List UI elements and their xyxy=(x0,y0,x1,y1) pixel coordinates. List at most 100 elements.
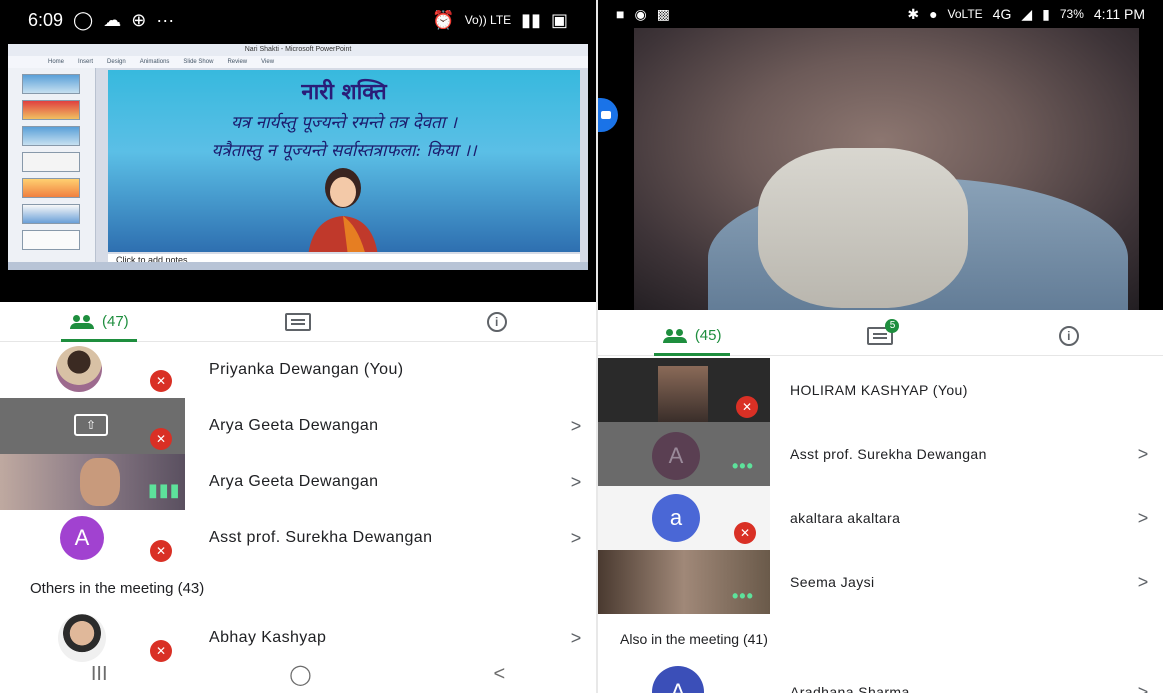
ribbon-home: Home xyxy=(48,59,65,65)
participant-tile: ✕ xyxy=(0,342,185,398)
participant-name: Seema Jaysi xyxy=(790,574,875,590)
participant-name: Asst prof. Surekha Dewangan xyxy=(209,529,433,546)
mic-muted-icon: ✕ xyxy=(150,428,172,450)
carrier-label: Vo)) LTE xyxy=(464,13,512,27)
woman-illustration xyxy=(308,168,378,252)
avatar: A xyxy=(652,666,704,693)
chevron-right-icon[interactable]: > xyxy=(556,528,596,549)
chevron-right-icon[interactable]: > xyxy=(1123,444,1163,465)
people-icon xyxy=(69,314,96,329)
slide-title: नारी शक्ति xyxy=(301,79,387,105)
participant-row[interactable]: ✕ Priyanka Dewangan (You) xyxy=(0,342,596,398)
chevron-right-icon[interactable]: > xyxy=(556,416,596,437)
participant-row[interactable]: ⇧ ✕ Arya Geeta Dewangan > xyxy=(0,398,596,454)
participant-list: ✕ Priyanka Dewangan (You) ⇧ ✕ Arya Geeta… xyxy=(0,342,596,666)
participant-name: Priyanka Dewangan (You) xyxy=(209,361,404,378)
chevron-right-icon[interactable]: > xyxy=(556,628,596,649)
speaking-indicator-icon: ▮▮▮ xyxy=(148,480,181,500)
mic-muted-icon: ✕ xyxy=(734,522,756,544)
participant-list: ✕ HOLIRAM KASHYAP (You) A ••• Asst prof.… xyxy=(598,358,1163,693)
chevron-right-icon[interactable]: > xyxy=(1123,508,1163,529)
info-icon: i xyxy=(486,311,507,332)
people-icon xyxy=(662,328,689,343)
participant-row[interactable]: a ✕ akaltara akaltara > xyxy=(598,486,1163,550)
tab-info[interactable]: i xyxy=(975,316,1163,355)
meeting-tabs: (45) 5 i xyxy=(598,316,1163,356)
tab-people[interactable]: (45) xyxy=(598,316,786,355)
battery-icon: ▮ xyxy=(1042,5,1050,22)
avatar: a xyxy=(652,494,700,542)
section-header: Also in the meeting (41) xyxy=(620,631,768,647)
slide-thumb xyxy=(22,74,80,94)
chevron-right-icon[interactable]: > xyxy=(1123,682,1163,693)
participant-row[interactable]: A Aradhana Sharma > xyxy=(598,660,1163,693)
participant-name: Arya Geeta Dewangan xyxy=(209,417,379,434)
signal-icon: ▮▮ xyxy=(521,9,541,30)
slide-thumb xyxy=(22,152,80,172)
participant-name: Abhay Kashyap xyxy=(209,629,327,646)
info-icon: i xyxy=(1058,325,1079,346)
alarm-icon: ⏰ xyxy=(432,9,455,30)
slide-thumb xyxy=(22,126,80,146)
avatar: A xyxy=(652,432,700,480)
avatar xyxy=(56,346,102,392)
participant-row[interactable]: ••• Seema Jaysi > xyxy=(598,550,1163,614)
participant-name: Asst prof. Surekha Dewangan xyxy=(790,446,987,462)
ribbon-insert: Insert xyxy=(78,59,94,65)
speaking-indicator-icon: ••• xyxy=(732,586,754,606)
back-button[interactable]: < xyxy=(493,663,505,686)
avatar xyxy=(58,614,106,662)
participant-tile: ⇧ ✕ xyxy=(0,398,185,454)
participant-row[interactable]: ▮▮▮ Arya Geeta Dewangan > xyxy=(0,454,596,510)
participant-row[interactable]: A ••• Asst prof. Surekha Dewangan > xyxy=(598,422,1163,486)
tab-info[interactable]: i xyxy=(397,302,596,341)
mic-muted-icon: ✕ xyxy=(150,540,172,562)
window-title: Nari Shakti - Microsoft PowerPoint xyxy=(8,44,588,56)
recents-button[interactable]: III xyxy=(91,663,108,686)
participant-row[interactable]: ✕ HOLIRAM KASHYAP (You) xyxy=(598,358,1163,422)
participant-tile: A ✕ xyxy=(0,510,185,566)
home-button[interactable]: ◯ xyxy=(289,662,311,687)
participant-name: akaltara akaltara xyxy=(790,510,901,526)
tab-chat[interactable] xyxy=(199,302,398,341)
participant-tile: ▮▮▮ xyxy=(0,454,185,510)
network-label: 4G xyxy=(992,6,1012,22)
ribbon-view: View xyxy=(261,59,275,65)
message-icon: ◉ xyxy=(634,5,647,22)
ribbon-slideshow: Slide Show xyxy=(183,59,214,65)
section-header: Others in the meeting (43) xyxy=(30,580,205,597)
speaker-video[interactable] xyxy=(598,28,1163,310)
more-icon: ··· xyxy=(156,9,175,30)
participant-tile: ••• xyxy=(598,550,770,614)
ribbon-review: Review xyxy=(227,59,248,65)
right-phone-screen: ■ ◉ ▩ ✱ ● VoLTE 4G ◢ ▮ 73% 4:11 PM (45) … xyxy=(598,0,1163,693)
slide-thumb xyxy=(22,100,80,120)
participant-tile: A ••• xyxy=(598,422,770,486)
ribbon-tabs: Home Insert Design Animations Slide Show… xyxy=(8,56,588,68)
slide-thumb xyxy=(22,178,80,198)
ppt-status-bar xyxy=(8,262,588,270)
participant-tile: A xyxy=(598,660,770,693)
participant-row[interactable]: A ✕ Asst prof. Surekha Dewangan > xyxy=(0,510,596,566)
slide-line-2: यत्रैतास्तु न पूज्यन्ते सर्वास्तत्राफला:… xyxy=(211,141,477,161)
clock: 6:09 xyxy=(28,9,64,30)
presentation-video[interactable]: Nari Shakti - Microsoft PowerPoint Home … xyxy=(0,40,596,302)
tab-chat[interactable]: 5 xyxy=(786,316,974,355)
dnd-icon: ● xyxy=(929,6,938,22)
video-hand xyxy=(758,148,968,308)
chevron-right-icon[interactable]: > xyxy=(556,472,596,493)
powerpoint-window: Nari Shakti - Microsoft PowerPoint Home … xyxy=(8,44,588,270)
chat-icon: 5 xyxy=(867,318,900,345)
ribbon-design: Design xyxy=(107,59,126,65)
ribbon-animations: Animations xyxy=(139,59,170,65)
participant-name: Arya Geeta Dewangan xyxy=(209,473,379,490)
grid-icon: ⊕ xyxy=(131,9,147,30)
mic-muted-icon: ✕ xyxy=(736,396,758,418)
android-nav-bar: III ◯ < xyxy=(0,656,596,693)
whatsapp-icon: ◯ xyxy=(73,9,94,30)
letterbox-left xyxy=(598,28,634,310)
tab-people[interactable]: (47) xyxy=(0,302,199,341)
bluetooth-icon: ✱ xyxy=(907,5,920,22)
volte-label: VoLTE xyxy=(947,7,983,21)
chevron-right-icon[interactable]: > xyxy=(1123,572,1163,593)
